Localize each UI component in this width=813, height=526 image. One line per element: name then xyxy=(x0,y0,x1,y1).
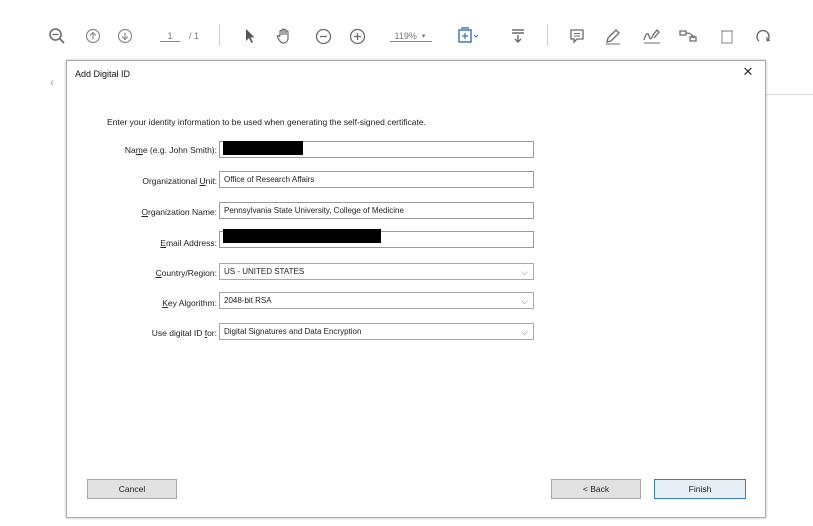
email-label: Email Address: xyxy=(160,238,217,248)
back-button[interactable]: < Back xyxy=(551,479,641,499)
pen-icon[interactable] xyxy=(602,24,624,48)
chevron-down-icon: ⌵ xyxy=(521,327,528,337)
instruction-text: Enter your identity information to be us… xyxy=(107,117,426,127)
close-icon[interactable]: ✕ xyxy=(741,65,755,79)
hand-tool-icon[interactable] xyxy=(272,24,296,48)
zoom-minus-icon[interactable] xyxy=(312,24,334,48)
key-algorithm-dropdown[interactable]: 2048-bit RSA ⌵ xyxy=(219,292,534,309)
key-algorithm-label: Key Algorithm: xyxy=(162,298,217,308)
chevron-down-icon: ⌵ xyxy=(521,267,528,277)
page-number-input[interactable]: 1 xyxy=(162,24,178,48)
pane-handle-icon: ‹ xyxy=(50,75,54,89)
use-for-dropdown[interactable]: Digital Signatures and Data Encryption ⌵ xyxy=(219,323,534,340)
comment-icon[interactable] xyxy=(566,24,588,48)
redaction-bar xyxy=(223,229,381,243)
acrobat-toolbar: 1 / 1 119% ▾ xyxy=(0,0,813,62)
org-unit-label: Organizational Unit: xyxy=(142,176,217,186)
chevron-down-icon: ▾ xyxy=(421,33,426,40)
document-divider xyxy=(766,94,813,95)
select-cursor-icon[interactable] xyxy=(240,24,260,48)
org-name-label: Organization Name: xyxy=(141,207,217,217)
org-name-field[interactable]: Pennsylvania State University, College o… xyxy=(219,202,534,219)
fit-page-icon[interactable] xyxy=(456,24,482,48)
sign-icon[interactable] xyxy=(640,24,664,48)
page-current: 1 xyxy=(167,31,173,41)
add-digital-id-dialog: Add Digital ID ✕ Enter your identity inf… xyxy=(66,60,766,518)
scroll-mode-icon[interactable] xyxy=(506,24,530,48)
rotate-icon[interactable] xyxy=(752,24,774,48)
page-up-icon[interactable] xyxy=(82,24,104,48)
zoom-plus-icon[interactable] xyxy=(346,24,368,48)
country-label: Country/Region: xyxy=(155,268,217,278)
chevron-down-icon: ⌵ xyxy=(521,296,528,306)
share-icon[interactable] xyxy=(676,24,700,48)
dialog-title: Add Digital ID xyxy=(75,69,131,79)
name-label: Name (e.g. John Smith): xyxy=(124,145,217,155)
document-pane xyxy=(0,60,66,526)
delete-icon[interactable] xyxy=(716,24,738,48)
use-for-label: Use digital ID for: xyxy=(151,328,217,338)
org-unit-field[interactable]: Office of Research Affairs xyxy=(219,171,534,188)
redaction-bar xyxy=(223,141,303,155)
finish-button[interactable]: Finish xyxy=(654,479,746,499)
zoom-level-dropdown[interactable]: 119% ▾ xyxy=(390,24,430,48)
page-total: / 1 xyxy=(184,24,204,48)
page-down-icon[interactable] xyxy=(114,24,136,48)
zoom-out-icon[interactable] xyxy=(46,24,68,48)
zoom-level: 119% xyxy=(394,31,417,41)
cancel-button[interactable]: Cancel xyxy=(87,479,177,499)
page-total-text: / 1 xyxy=(188,31,199,41)
country-dropdown[interactable]: US - UNITED STATES ⌵ xyxy=(219,263,534,280)
